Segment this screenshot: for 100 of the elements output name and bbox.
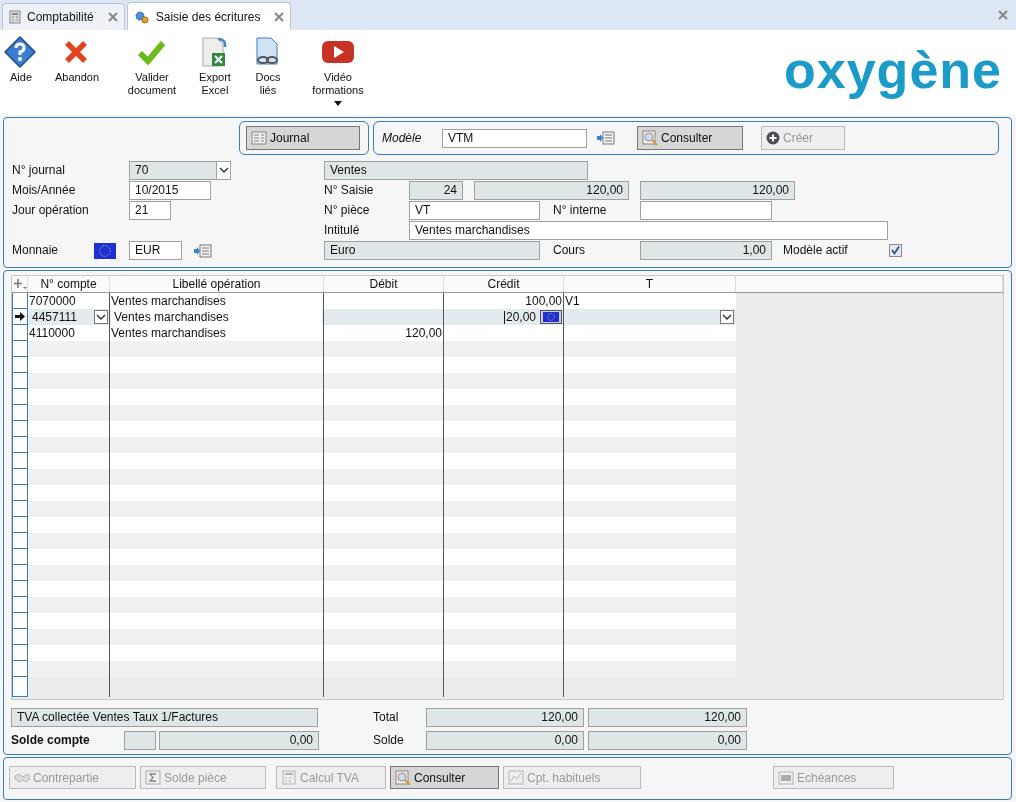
field-label: N° journal [12,161,65,179]
field-label: Intitulé [324,221,360,239]
model-field[interactable]: VTM [442,128,587,148]
credit-total-field[interactable]: 120,00 [640,180,795,200]
table-row[interactable]: 4457111 Ventes marchandises 20,00 [12,309,736,325]
chart-icon [508,770,524,785]
total-credit-field: 120,00 [588,708,747,727]
column-header: Libellé opération [110,276,324,292]
toolbar-button[interactable]: Valider document [112,36,192,97]
table-row[interactable] [12,581,736,597]
balance-debit-field: 0,00 [426,731,584,750]
entry-number-field[interactable]: 24 [409,180,463,200]
toolbar-button[interactable]: Aide [2,36,40,84]
table-row[interactable] [12,405,736,421]
flag-icon [543,312,559,322]
list-icon [194,243,212,258]
table-cell-text: V1 [564,293,581,309]
table-row[interactable] [12,357,736,373]
caret-icon [722,313,732,321]
calculator-icon [281,770,297,785]
field-label: Mois/Année [12,181,76,199]
total-debit-field: 120,00 [426,708,584,727]
gears-icon [133,9,150,24]
close-icon [107,12,118,22]
column-header: T [564,276,736,292]
toolbar-button[interactable]: Export Excel [196,36,234,97]
rate-field[interactable]: 1,00 [640,241,772,260]
account-field[interactable]: 4457111 [29,309,94,325]
column-header: Crédit [444,276,564,292]
list-icon [597,131,615,145]
table-row[interactable] [12,645,736,661]
table-row[interactable] [12,613,736,629]
table-row[interactable] [12,597,736,613]
calendar-icon [778,770,794,785]
table-row[interactable]: 7070000 Ventes marchandises 100,00 V1 [12,293,736,309]
table-row[interactable] [12,517,736,533]
field-label: N° interne [553,201,607,219]
add-row-icon [12,278,27,290]
caret-icon [96,313,106,321]
table-row[interactable] [12,565,736,581]
journal-combo[interactable]: 70 [129,160,231,180]
journal-name-field[interactable]: Ventes [324,160,588,180]
table-row[interactable] [12,485,736,501]
label-field[interactable]: Ventes marchandises [111,309,322,325]
month-field[interactable]: 10/2015 [129,180,211,200]
dropdown-button[interactable] [94,310,108,324]
day-field[interactable]: 21 [129,200,171,220]
consult-button[interactable]: Consulter [637,126,743,150]
title-field[interactable]: Ventes marchandises [409,220,888,240]
checkbox[interactable] [889,244,902,257]
table-row[interactable] [12,549,736,565]
total-label: Total [373,709,399,726]
currency-button[interactable] [540,310,562,324]
calculator-icon [9,10,21,24]
field-label: Jour opération [12,201,89,219]
table-row[interactable] [12,421,736,437]
action-button[interactable]: Consulter [390,766,499,789]
currency-name-field[interactable]: Euro [324,241,540,260]
toolbar-button[interactable]: Abandon [48,36,106,84]
table-row[interactable] [12,469,736,485]
table-row[interactable] [12,533,736,549]
table-row[interactable] [12,453,736,469]
balance-credit-field: 0,00 [588,731,747,750]
currency-field[interactable]: EUR [129,241,182,260]
credit-input[interactable]: 20,00 [503,310,536,324]
field-label: N° Saisie [324,181,374,199]
table-row[interactable] [12,389,736,405]
journal-icon [251,131,267,145]
table-row[interactable] [12,661,736,677]
journal-button[interactable]: Journal [246,126,360,150]
table-row[interactable] [12,373,736,389]
caret-icon [218,166,229,174]
piece-field[interactable]: VT [409,200,540,220]
table-row[interactable] [12,629,736,645]
table-row[interactable]: 4110000 Ventes marchandises 120,00 [12,325,736,341]
close-icon [998,10,1008,20]
t-dropdown-button[interactable] [720,310,734,324]
toolbar-button[interactable]: Vidéo formations [302,36,374,106]
table-row[interactable] [12,437,736,453]
field-label: Modèle actif [783,242,848,259]
debit-total-field[interactable]: 120,00 [474,180,629,200]
internal-number-field[interactable] [640,200,772,220]
help-icon [4,36,38,68]
model-label: Modèle [382,129,423,147]
balance-account-label: Solde compte [11,732,91,749]
tab[interactable]: Comptabilité [2,3,125,30]
logo: oxygène [784,42,1002,98]
table-row[interactable] [12,341,736,357]
tab[interactable]: Saisie des écritures [126,2,292,30]
table-row[interactable] [12,501,736,517]
plus-circle-icon [766,131,780,145]
magnifier-icon [642,130,658,146]
toolbar-button[interactable]: Docs liés [244,36,292,97]
close-icon [274,11,285,22]
balance-label: Solde [373,732,404,749]
balance-account-field: 0,00 [159,731,319,750]
field-label: Cours [553,242,585,259]
field-label: Monnaie [12,242,60,259]
flag-icon [94,242,116,259]
balance-code-field [124,731,156,750]
